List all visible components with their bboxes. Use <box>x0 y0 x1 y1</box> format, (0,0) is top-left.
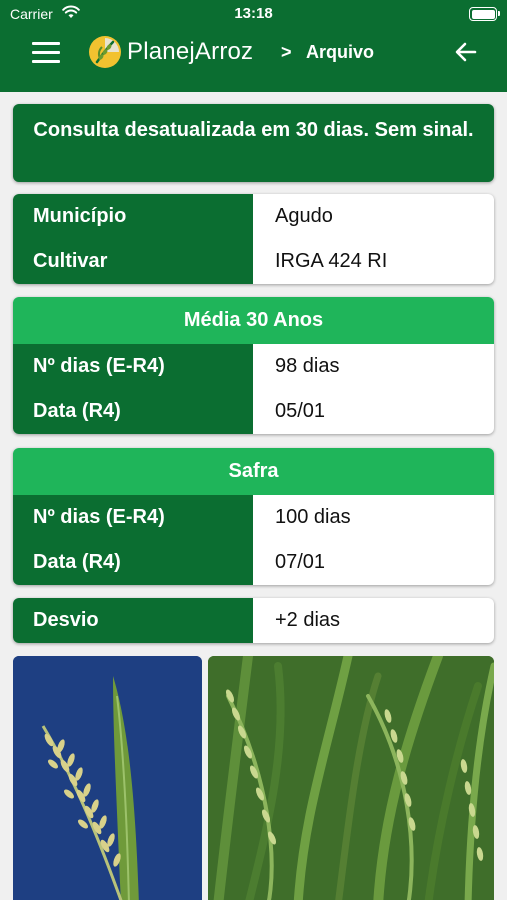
cultivar-row: Cultivar IRGA 424 RI <box>13 239 494 284</box>
safra-dias-label: Nº dias (E-R4) <box>13 495 253 540</box>
location-card: Município Agudo Cultivar IRGA 424 RI <box>13 194 494 284</box>
media-data-label: Data (R4) <box>13 389 253 434</box>
rice-field-photo <box>208 656 494 900</box>
outdated-alert: Consulta desatualizada em 30 dias. Sem s… <box>13 104 494 182</box>
safra-data-label: Data (R4) <box>13 540 253 585</box>
safra-dias-value: 100 dias <box>275 506 351 528</box>
cultivar-value: IRGA 424 RI <box>275 250 388 272</box>
media-data-value: 05/01 <box>275 400 326 422</box>
safra-dias-row: Nº dias (E-R4) 100 dias <box>13 495 494 540</box>
media-data-row: Data (R4) 05/01 <box>13 389 494 434</box>
media-card-title: Média 30 Anos <box>13 297 494 344</box>
rice-panicle-photo <box>13 656 202 900</box>
safra-data-value: 07/01 <box>275 551 326 573</box>
alert-message: Consulta desatualizada em 30 dias. Sem s… <box>33 119 474 141</box>
nav-bar: PlanejArroz > Arquivo <box>0 30 507 92</box>
breadcrumb-current: Arquivo <box>306 42 375 62</box>
app-logo <box>89 36 121 68</box>
safra-data-row: Data (R4) 07/01 <box>13 540 494 585</box>
desvio-row: Desvio +2 dias <box>13 598 494 643</box>
municipio-label: Município <box>13 194 253 239</box>
cultivar-label: Cultivar <box>13 239 253 284</box>
municipio-value: Agudo <box>275 205 333 227</box>
municipio-row: Município Agudo <box>13 194 494 239</box>
menu-icon[interactable] <box>32 42 60 64</box>
desvio-label: Desvio <box>13 598 253 643</box>
status-bar: Carrier 13:18 <box>0 0 507 30</box>
rice-photos <box>13 656 494 900</box>
media-dias-label: Nº dias (E-R4) <box>13 344 253 389</box>
safra-card: Safra Nº dias (E-R4) 100 dias Data (R4) … <box>13 448 494 585</box>
safra-card-title: Safra <box>13 448 494 495</box>
status-time: 13:18 <box>234 5 273 22</box>
app-brand: PlanejArroz <box>127 38 254 65</box>
battery-icon <box>469 7 500 21</box>
desvio-value: +2 dias <box>275 609 341 631</box>
media-dias-value: 98 dias <box>275 355 340 377</box>
back-arrow-icon[interactable] <box>453 39 479 65</box>
desvio-card: Desvio +2 dias <box>13 598 494 643</box>
breadcrumb-separator: > <box>281 42 292 62</box>
media-30-anos-card: Média 30 Anos Nº dias (E-R4) 98 dias Dat… <box>13 297 494 434</box>
media-dias-row: Nº dias (E-R4) 98 dias <box>13 344 494 389</box>
